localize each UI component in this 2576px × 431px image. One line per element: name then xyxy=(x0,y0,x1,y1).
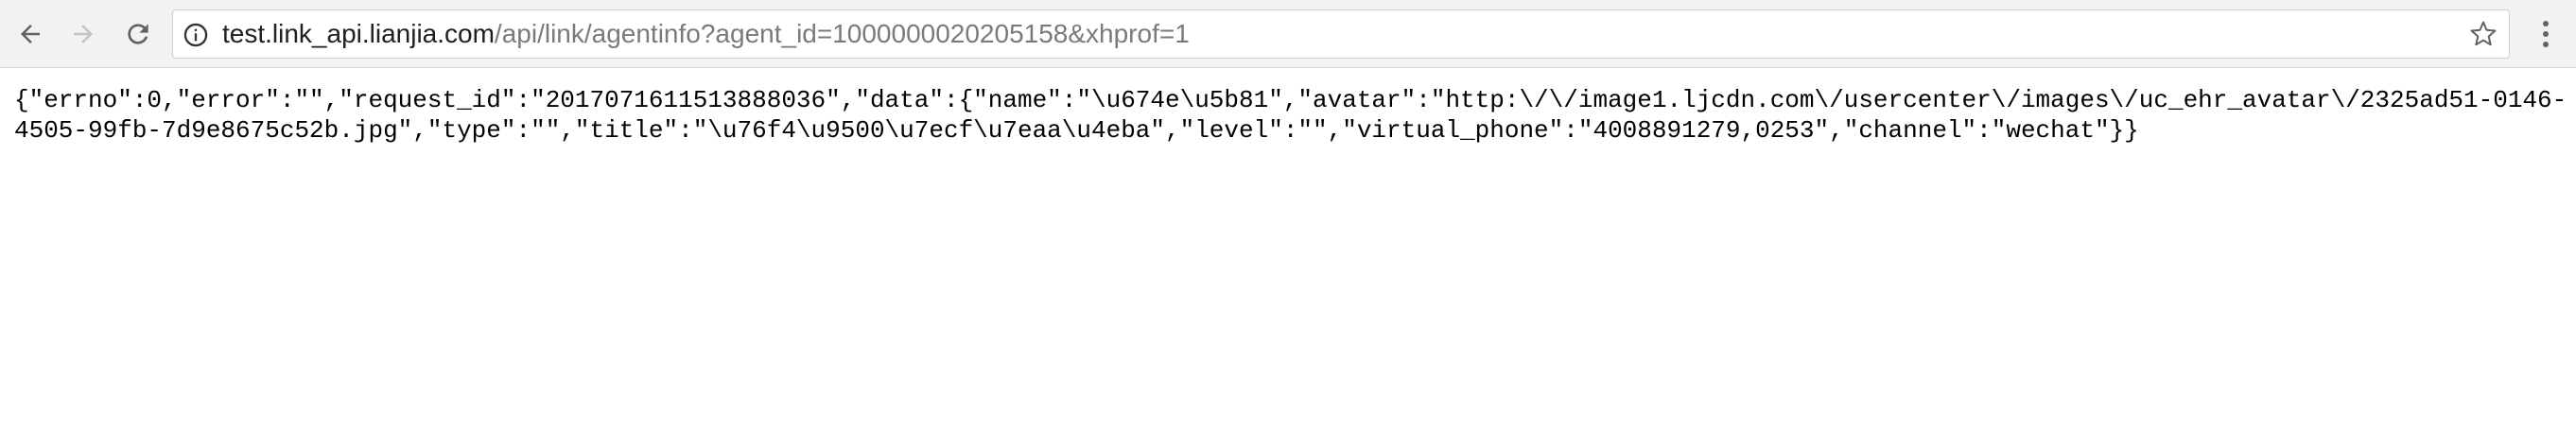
more-vert-icon xyxy=(2543,21,2549,47)
back-arrow-icon xyxy=(21,25,40,43)
reload-icon xyxy=(128,24,148,44)
browser-toolbar: test.link_api.lianjia.com/api/link/agent… xyxy=(0,0,2576,68)
reload-button[interactable] xyxy=(117,13,159,55)
forward-button[interactable] xyxy=(62,13,104,55)
back-button[interactable] xyxy=(9,13,51,55)
json-response-text: {"errno":0,"error":"","request_id":"2017… xyxy=(14,86,2567,145)
url-host: test.link_api.lianjia.com xyxy=(222,19,495,48)
address-bar[interactable]: test.link_api.lianjia.com/api/link/agent… xyxy=(172,9,2510,59)
url-path: /api/link/agentinfo?agent_id=10000000202… xyxy=(494,19,1190,48)
url-text[interactable]: test.link_api.lianjia.com/api/link/agent… xyxy=(222,10,1190,58)
star-icon xyxy=(2470,21,2497,46)
bookmark-button[interactable] xyxy=(2467,18,2499,50)
browser-menu-button[interactable] xyxy=(2527,13,2565,55)
forward-arrow-icon xyxy=(74,25,93,43)
info-icon[interactable] xyxy=(183,22,209,48)
